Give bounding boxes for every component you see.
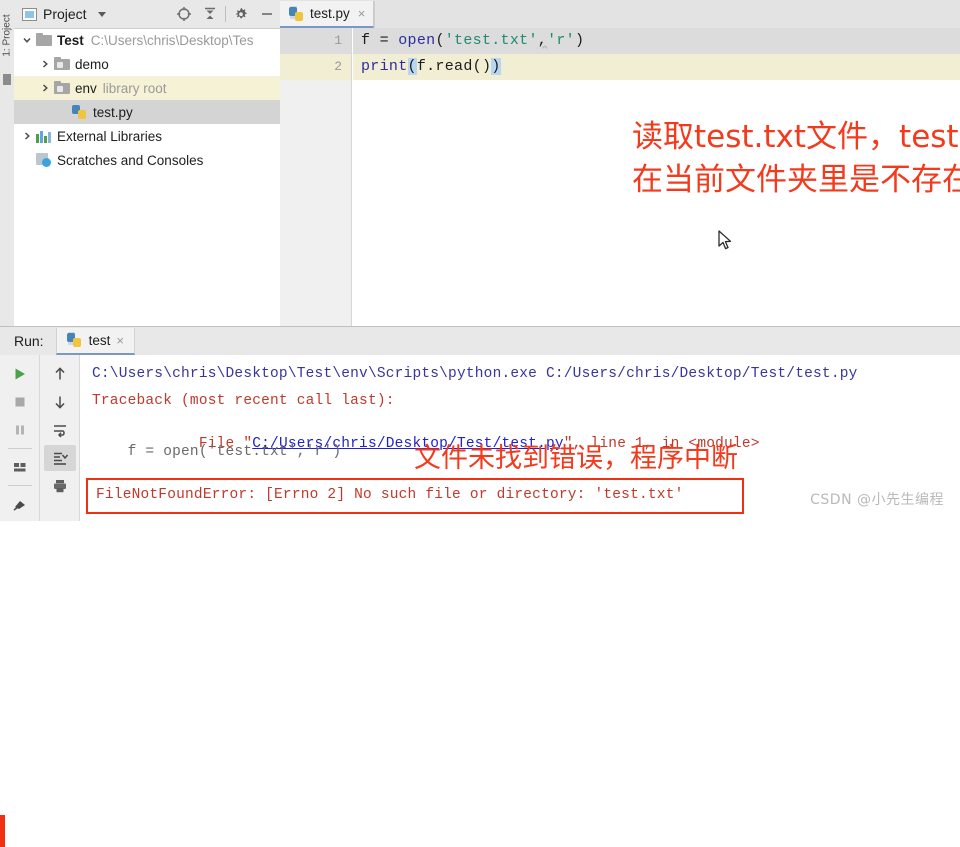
tree-item-label: External Libraries: [57, 128, 163, 144]
line-number: 2: [280, 54, 351, 80]
python-file-icon: [66, 332, 83, 348]
library-icon: [36, 129, 52, 143]
settings-gear-icon[interactable]: [228, 1, 254, 27]
project-panel: Project Test C:\Users\chris\Desktop\Tes …: [14, 0, 281, 326]
code-token: ,: [537, 32, 548, 49]
tree-item-label: test.py: [93, 104, 133, 120]
chevron-collapsed-icon[interactable]: [18, 131, 36, 141]
tree-item-test[interactable]: Test C:\Users\chris\Desktop\Tes: [14, 28, 280, 52]
run-tab-label: test: [88, 332, 111, 348]
close-icon[interactable]: ×: [358, 6, 366, 21]
editor-area: test.py × 1 2 f = open('test.txt','r') p…: [280, 0, 960, 326]
up-arrow-icon[interactable]: [44, 361, 76, 387]
scroll-to-end-icon[interactable]: [43, 445, 76, 471]
chevron-collapsed-icon[interactable]: [36, 83, 54, 93]
toolbar-divider: [7, 485, 32, 486]
editor-annotation-text: 读取test.txt文件，test.txt文件 在当前文件夹里是不存在的。: [632, 119, 960, 198]
source-folder-icon: [54, 81, 70, 95]
project-view-icon: [22, 7, 37, 21]
python-file-icon: [72, 104, 88, 120]
project-title-label: Project: [43, 6, 87, 22]
tree-item-label: demo: [75, 56, 109, 72]
tree-item-path: C:\Users\chris\Desktop\Tes: [90, 32, 254, 48]
code-token-print: print: [361, 58, 408, 75]
tool-window-strip: 1: Project: [0, 0, 15, 326]
scratches-icon: [36, 152, 52, 168]
tree-item-label: Scratches and Consoles: [57, 152, 204, 168]
run-left-toolbar: [0, 355, 40, 521]
run-tab-bar-empty: [134, 327, 960, 355]
pin-icon[interactable]: [4, 491, 36, 517]
mouse-cursor-icon: [718, 230, 734, 252]
project-toolbar: Project: [14, 0, 280, 29]
project-title-button[interactable]: Project: [14, 3, 106, 25]
python-file-icon: [289, 5, 305, 22]
stop-icon[interactable]: [4, 389, 36, 415]
run-panel-label: Run:: [14, 333, 44, 349]
toolbar-divider: [225, 6, 226, 22]
run-tab-bar: Run: test ×: [0, 327, 960, 356]
code-token: f.read(): [416, 58, 492, 75]
minimize-icon[interactable]: [254, 1, 280, 27]
code-line-1[interactable]: f = open('test.txt','r'): [353, 28, 960, 54]
editor-tab-label: test.py: [310, 6, 350, 21]
run-annotation-text: 文件未找到错误，程序中断: [414, 443, 738, 474]
toolbar-divider: [7, 448, 32, 449]
console-line-traceback: Traceback (most recent call last):: [92, 393, 395, 409]
console-line-command: C:\Users\chris\Desktop\Test\env\Scripts\…: [92, 366, 858, 382]
code-line-2[interactable]: print(f.read()): [353, 54, 960, 80]
run-tab-test[interactable]: test ×: [55, 327, 135, 355]
source-folder-icon: [54, 57, 70, 71]
run-icon[interactable]: [4, 361, 36, 387]
tree-item-env[interactable]: env library root: [14, 76, 280, 100]
code-token-string: 'r': [547, 32, 575, 49]
folder-icon: [36, 33, 52, 47]
chevron-collapsed-icon[interactable]: [36, 59, 54, 69]
tree-item-external-libraries[interactable]: External Libraries: [14, 124, 280, 148]
soft-wrap-icon[interactable]: [44, 417, 76, 443]
pycharm-window: 1: Project Project Test C:\Users\chris\D…: [0, 0, 960, 847]
error-box-left-edge: [0, 815, 5, 847]
tool-window-marker: [3, 74, 11, 85]
editor-tab-test-py[interactable]: test.py ×: [280, 1, 375, 28]
code-token-bracket-match: ): [491, 58, 501, 75]
watermark-label: CSDN @小先生编程: [810, 492, 944, 508]
tree-item-label: env: [75, 80, 97, 96]
down-arrow-icon[interactable]: [44, 389, 76, 415]
close-icon[interactable]: ×: [116, 333, 124, 348]
tree-item-test-py[interactable]: test.py: [14, 100, 280, 124]
locate-icon[interactable]: [171, 1, 197, 27]
chevron-expanded-icon[interactable]: [18, 35, 36, 45]
code-token: f =: [361, 32, 399, 49]
tree-item-label: Test: [57, 32, 84, 48]
pause-icon[interactable]: [4, 417, 36, 443]
console-error-message: FileNotFoundError: [Errno 2] No such fil…: [96, 487, 684, 503]
editor-tab-bar-empty: [374, 1, 960, 28]
editor-tab-bar: test.py ×: [280, 0, 960, 29]
code-token-string: 'test.txt': [444, 32, 538, 49]
run-right-toolbar: [40, 355, 80, 521]
print-icon[interactable]: [44, 473, 76, 499]
chevron-down-icon[interactable]: [97, 11, 106, 17]
collapse-all-icon[interactable]: [197, 1, 223, 27]
project-tree: Test C:\Users\chris\Desktop\Tes demo env…: [14, 28, 280, 326]
editor-gutter[interactable]: 1 2: [280, 28, 352, 326]
tree-item-tag: library root: [102, 80, 167, 96]
line-number: 1: [280, 28, 351, 54]
code-token-open: open: [398, 32, 436, 49]
tree-item-demo[interactable]: demo: [14, 52, 280, 76]
code-token-bracket-match: (: [407, 58, 417, 75]
code-token: (: [435, 32, 445, 49]
tree-item-scratches-and-consoles[interactable]: Scratches and Consoles: [14, 148, 280, 172]
console-line-source: f = open('test.txt','r'): [92, 444, 342, 460]
tool-window-project-label[interactable]: 1: Project: [2, 3, 13, 69]
code-token: ): [574, 32, 585, 49]
rerun-layout-icon[interactable]: [4, 454, 36, 480]
